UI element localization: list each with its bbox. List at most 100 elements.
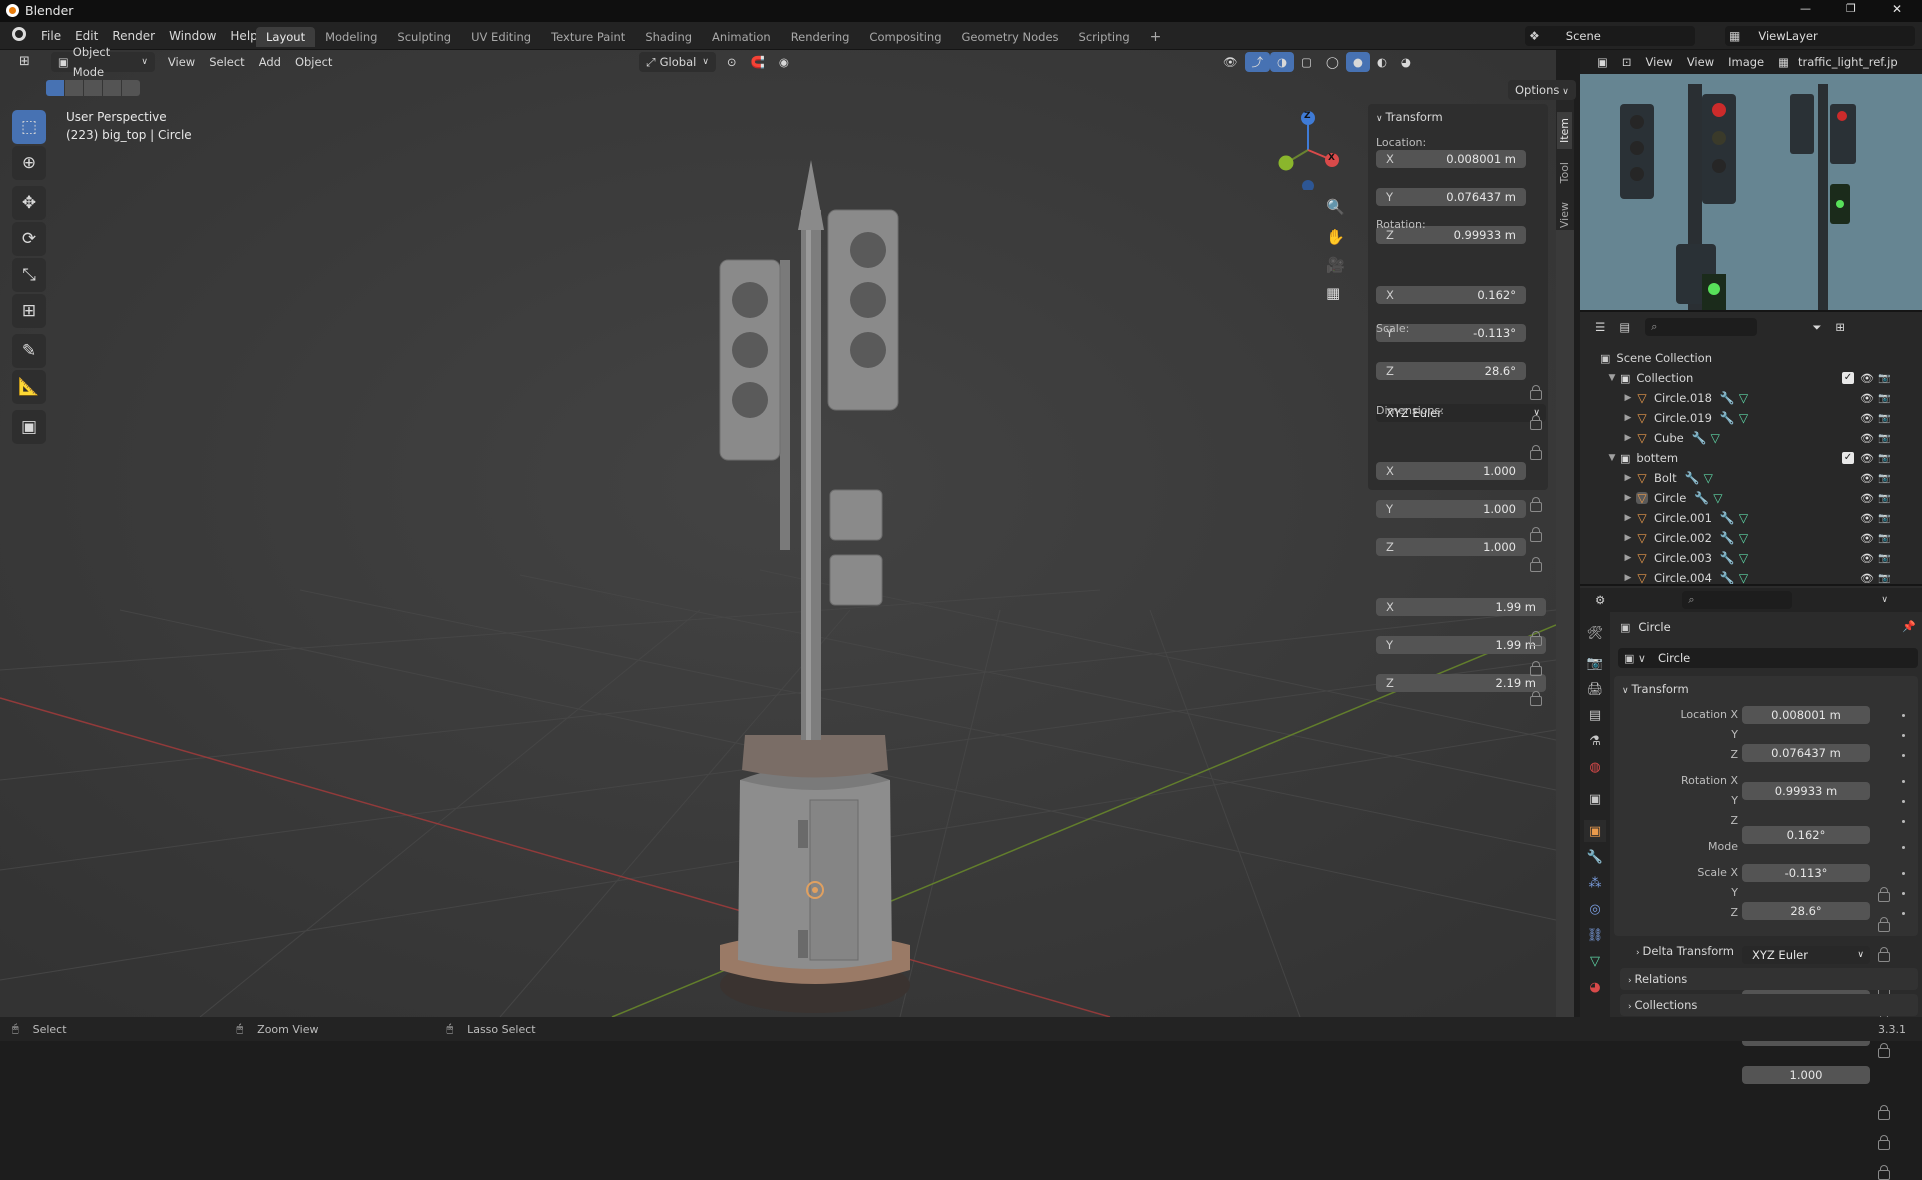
lock-icon[interactable] bbox=[1878, 1043, 1890, 1058]
constraints-tab-icon[interactable]: ⛓ bbox=[1584, 924, 1606, 946]
mesh-data-icon[interactable]: ▽ bbox=[1711, 431, 1720, 445]
scene-tab-icon[interactable]: ⚗ bbox=[1584, 730, 1606, 752]
lock-icon[interactable] bbox=[1878, 947, 1890, 962]
list-item[interactable]: ▶ ▽ Circle.002 🔧 ▽ 👁 📷 bbox=[1620, 528, 1922, 548]
mesh-data-icon[interactable]: ▽ bbox=[1739, 571, 1748, 585]
tab-view[interactable]: View bbox=[1557, 196, 1572, 234]
add-workspace-button[interactable]: + bbox=[1140, 27, 1172, 47]
tab-layout[interactable]: Layout bbox=[256, 27, 316, 47]
wrench-icon[interactable]: 🔧 bbox=[1720, 411, 1735, 425]
add-cube-tool-icon[interactable]: ▣ bbox=[12, 410, 46, 444]
solid-shading-icon[interactable]: ● bbox=[1345, 52, 1370, 72]
material-shading-icon[interactable]: ◐ bbox=[1370, 52, 1394, 72]
prop-rotation-mode-dropdown[interactable]: XYZ Euler ∨ bbox=[1742, 946, 1870, 964]
image-view-icon[interactable]: ⊡ bbox=[1615, 52, 1639, 72]
scene-selector[interactable]: ❖ Scene bbox=[1525, 26, 1695, 46]
options-button[interactable]: Options ∨ bbox=[1508, 80, 1576, 100]
keyframe-dot-icon[interactable] bbox=[1902, 800, 1905, 803]
outliner-search-input[interactable]: ⌕ bbox=[1645, 318, 1758, 336]
keyframe-dot-icon[interactable] bbox=[1902, 780, 1905, 783]
tab-tool[interactable]: Tool bbox=[1557, 156, 1572, 189]
mesh-data-icon[interactable]: ▽ bbox=[1739, 511, 1748, 525]
checkbox-icon[interactable]: ✓ bbox=[1842, 452, 1854, 464]
wrench-icon[interactable]: 🔧 bbox=[1685, 471, 1700, 485]
menu-window[interactable]: Window bbox=[162, 25, 223, 47]
zoom-icon[interactable]: 🔍 bbox=[1326, 198, 1345, 216]
eye-icon[interactable]: 👁 bbox=[1860, 372, 1874, 385]
keyframe-dot-icon[interactable] bbox=[1902, 754, 1905, 757]
pivot-icon[interactable]: ⊙ bbox=[720, 52, 744, 72]
datablock-field[interactable]: ▣ ∨ Circle bbox=[1618, 648, 1918, 668]
mesh-data-icon[interactable]: ▽ bbox=[1739, 391, 1748, 405]
select-box-tool-icon[interactable]: ⬚ bbox=[12, 110, 46, 144]
tab-rendering[interactable]: Rendering bbox=[781, 27, 860, 47]
expand-arrow-icon[interactable]: ▶ bbox=[1620, 493, 1636, 503]
list-item[interactable]: ▶ ▽ Circle.003 🔧 ▽ 👁 📷 bbox=[1620, 548, 1922, 568]
lock-icon[interactable] bbox=[1530, 497, 1542, 512]
eye-icon[interactable]: 👁 bbox=[1860, 452, 1874, 465]
rendered-shading-icon[interactable]: ◕ bbox=[1394, 52, 1418, 72]
keyframe-dot-icon[interactable] bbox=[1902, 846, 1905, 849]
scale-z-field[interactable]: Z 1.000 bbox=[1376, 538, 1526, 556]
keyframe-dot-icon[interactable] bbox=[1902, 714, 1905, 717]
camera-icon[interactable]: 📷 bbox=[1878, 553, 1890, 564]
lock-icon[interactable] bbox=[1530, 445, 1542, 460]
rotate-tool-icon[interactable]: ⟳ bbox=[12, 222, 46, 256]
rotation-x-field[interactable]: X 0.162° bbox=[1376, 286, 1526, 304]
image-editor-type-icon[interactable]: ▣ bbox=[1590, 52, 1615, 72]
location-x-field[interactable]: X 0.008001 m bbox=[1376, 150, 1526, 168]
world-tab-icon[interactable]: ◍ bbox=[1584, 756, 1606, 778]
editor-type-icon[interactable]: ⊞ bbox=[12, 52, 37, 72]
pin-icon[interactable]: 📌 bbox=[1902, 620, 1916, 633]
scale-tool-icon[interactable]: ⤡ bbox=[12, 258, 46, 292]
lock-icon[interactable] bbox=[1530, 527, 1542, 542]
wrench-icon[interactable]: 🔧 bbox=[1720, 511, 1735, 525]
wireframe-shading-icon[interactable]: ◯ bbox=[1319, 52, 1346, 72]
overlay-icon[interactable]: ◑ bbox=[1270, 52, 1295, 72]
intersect-selection-icon[interactable] bbox=[122, 80, 140, 96]
lock-icon[interactable] bbox=[1878, 1135, 1890, 1150]
camera-icon[interactable]: 📷 bbox=[1878, 413, 1890, 424]
menu-select[interactable]: Select bbox=[202, 52, 251, 72]
list-item[interactable]: ▶ ▽ Circle.018 🔧 ▽ 👁 📷 bbox=[1620, 388, 1922, 408]
location-y-field[interactable]: Y 0.076437 m bbox=[1376, 188, 1526, 206]
dimensions-z-field[interactable]: Z 2.19 m bbox=[1376, 674, 1546, 692]
transform-subpanel-header[interactable]: ∨ Transform bbox=[1622, 678, 1689, 700]
expand-arrow-icon[interactable]: ▶ bbox=[1620, 473, 1636, 483]
navigation-gizmo[interactable]: Z X bbox=[1268, 110, 1348, 192]
mesh-data-icon[interactable]: ▽ bbox=[1739, 551, 1748, 565]
tab-uv-editing[interactable]: UV Editing bbox=[461, 27, 541, 47]
minimize-button[interactable]: — bbox=[1800, 2, 1811, 15]
lock-icon[interactable] bbox=[1530, 557, 1542, 572]
outliner-type-icon[interactable]: ☰ bbox=[1588, 317, 1612, 337]
keyframe-dot-icon[interactable] bbox=[1902, 872, 1905, 875]
physics-tab-icon[interactable]: ◎ bbox=[1584, 898, 1606, 920]
eye-icon[interactable]: 👁 bbox=[1860, 412, 1874, 425]
prop-rotation-x-field[interactable]: 0.162° bbox=[1742, 826, 1870, 844]
expand-arrow-icon[interactable]: ▶ bbox=[1620, 413, 1636, 423]
lock-icon[interactable] bbox=[1530, 385, 1542, 400]
eye-icon[interactable]: 👁 bbox=[1860, 512, 1874, 525]
eye-icon[interactable]: 👁 bbox=[1860, 392, 1874, 405]
wrench-icon[interactable]: 🔧 bbox=[1720, 391, 1735, 405]
material-tab-icon[interactable]: ◕ bbox=[1584, 976, 1606, 998]
menu-object[interactable]: Object bbox=[288, 52, 339, 72]
image-menu-image[interactable]: Image bbox=[1721, 52, 1771, 72]
transform-panel-header[interactable]: ∨ Transform bbox=[1376, 106, 1443, 128]
image-menu-view2[interactable]: View bbox=[1680, 52, 1721, 72]
blender-menu-icon[interactable] bbox=[12, 27, 26, 41]
mesh-data-icon[interactable]: ▽ bbox=[1739, 411, 1748, 425]
eye-icon[interactable]: 👁 bbox=[1860, 432, 1874, 445]
keyframe-dot-icon[interactable] bbox=[1902, 912, 1905, 915]
close-button[interactable]: ✕ bbox=[1892, 2, 1902, 16]
mesh-data-icon[interactable]: ▽ bbox=[1713, 491, 1722, 505]
list-item[interactable]: ▶ ▽ Circle.001 🔧 ▽ 👁 📷 bbox=[1620, 508, 1922, 528]
subtract-selection-icon[interactable] bbox=[84, 80, 102, 96]
expand-arrow-icon[interactable]: ▶ bbox=[1620, 433, 1636, 443]
expand-arrow-icon[interactable]: ▼ bbox=[1604, 453, 1620, 463]
expand-arrow-icon[interactable]: ▼ bbox=[1604, 373, 1620, 383]
annotate-tool-icon[interactable]: ✎ bbox=[12, 334, 46, 368]
orientation-dropdown[interactable]: ⤢ Global ∨ bbox=[639, 52, 716, 72]
tool-tab-icon[interactable]: 🛠 bbox=[1584, 622, 1606, 644]
mode-dropdown[interactable]: ▣ Object Mode ∨ bbox=[50, 45, 155, 79]
